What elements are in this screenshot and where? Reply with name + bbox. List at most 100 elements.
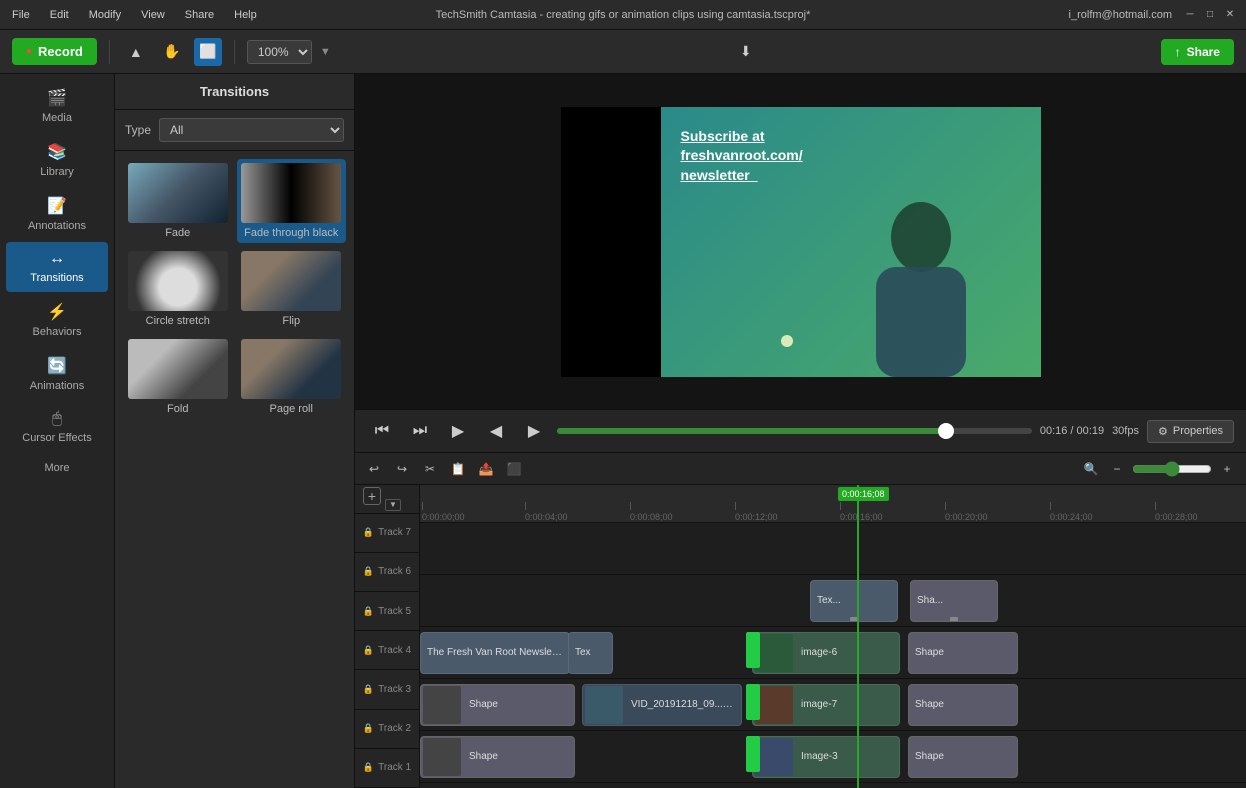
menu-modify[interactable]: Modify — [85, 7, 125, 23]
sidebar-item-annotations[interactable]: 📝 Annotations — [6, 188, 108, 240]
track-7-lock[interactable]: 🔒 — [363, 527, 374, 538]
track-6-lock[interactable]: 🔒 — [363, 566, 374, 577]
transition-circle-stretch[interactable]: Circle stretch — [123, 247, 233, 331]
ruler-mark-8: 0:00:08;00 — [630, 502, 673, 522]
track5-clip-shape[interactable]: Shape — [908, 632, 1018, 674]
sidebar-item-behaviors[interactable]: ⚡ Behaviors — [6, 294, 108, 346]
collapse-tracks-button[interactable]: ▼ — [385, 499, 401, 511]
sidebar-item-cursor-effects[interactable]: 🖱 Cursor Effects — [6, 402, 108, 452]
cut-button[interactable]: ✂ — [419, 458, 441, 480]
maximize-button[interactable]: □ — [1202, 7, 1218, 23]
track3-shape2-label: Shape — [909, 751, 950, 762]
copy-button[interactable]: 📋 — [447, 458, 469, 480]
track6-clip-text[interactable]: Tex... — [810, 580, 898, 622]
track-5-lock[interactable]: 🔒 — [363, 606, 374, 617]
ruler-mark-4: 0:00:04;00 — [525, 502, 568, 522]
transitions-grid: Fade Fade through black Circle stretch F… — [115, 151, 354, 427]
split-button[interactable]: ⬛ — [503, 458, 525, 480]
step-back-button[interactable]: ⏭ — [405, 416, 435, 446]
cursor-effects-icon: 🖱 — [52, 410, 62, 428]
track4-clip-image7[interactable]: image-7 — [752, 684, 900, 726]
redo-button[interactable]: ↪ — [391, 458, 413, 480]
transition-fold[interactable]: Fold — [123, 335, 233, 419]
track5-clip-tex[interactable]: Tex — [568, 632, 613, 674]
transition-fade-through-black[interactable]: Fade through black — [237, 159, 347, 243]
zoom-slider[interactable] — [1132, 461, 1212, 477]
timeline-ruler[interactable]: 0:00:00;00 0:00:04;00 0:00:08;00 0:00:12… — [420, 485, 1246, 523]
track4-shape-label: Shape — [463, 699, 504, 710]
properties-button[interactable]: ⚙ Properties — [1147, 420, 1234, 443]
hand-tool[interactable]: ✋ — [158, 38, 186, 66]
track5-transition-marker — [746, 632, 760, 668]
track5-clip-image6[interactable]: image-6 — [752, 632, 900, 674]
behaviors-icon: ⚡ — [47, 302, 67, 322]
preview-area: Subscribe atfreshvanroot.com/newsletter_… — [355, 74, 1246, 788]
track3-clip-image3[interactable]: Image-3 — [752, 736, 900, 778]
main-area: 🎬 Media 📚 Library 📝 Annotations ↔ Transi… — [0, 74, 1246, 788]
toolbar-separator-2 — [234, 40, 235, 64]
transition-fade[interactable]: Fade — [123, 159, 233, 243]
track-7-row — [420, 523, 1246, 575]
playback-knob[interactable] — [938, 423, 954, 439]
sidebar-item-transitions[interactable]: ↔ Transitions — [6, 242, 108, 292]
track4-clip-shape2[interactable]: Shape — [908, 684, 1018, 726]
track-1-lock[interactable]: 🔒 — [363, 762, 374, 773]
download-icon[interactable]: ⬇ — [740, 43, 752, 60]
type-select[interactable]: All Fade 3D Motion — [159, 118, 344, 142]
zoom-minus-icon: − — [1106, 458, 1128, 480]
track4-video-label: VID_20191218_09...0020 — [625, 699, 741, 710]
preview-canvas: Subscribe atfreshvanroot.com/newsletter_ — [355, 74, 1246, 409]
menu-bar: File Edit Modify View Share Help — [8, 7, 261, 23]
timeline: ↩ ↪ ✂ 📋 📤 ⬛ 🔍 − + + ▼ — [355, 453, 1246, 788]
sidebar-item-media[interactable]: 🎬 Media — [6, 80, 108, 132]
track-label-1: 🔒Track 1 — [355, 749, 419, 788]
track3-clip-shape2[interactable]: Shape — [908, 736, 1018, 778]
playback-progress-bar[interactable] — [557, 428, 1032, 434]
prev-frame-button[interactable]: ◀ — [481, 416, 511, 446]
track3-shape-label: Shape — [463, 751, 504, 762]
menu-file[interactable]: File — [8, 7, 34, 23]
transition-page-roll[interactable]: Page roll — [237, 335, 347, 419]
sidebar-item-animations-label: Animations — [30, 380, 84, 392]
track-3-lock[interactable]: 🔒 — [363, 684, 374, 695]
sidebar-item-animations[interactable]: 🔄 Animations — [6, 348, 108, 400]
track-4-lock[interactable]: 🔒 — [363, 645, 374, 656]
share-button[interactable]: ↑ Share — [1161, 39, 1234, 65]
record-button[interactable]: Record — [12, 38, 97, 65]
menu-help[interactable]: Help — [230, 7, 261, 23]
video-subscribe-text: Subscribe atfreshvanroot.com/newsletter_ — [661, 107, 1041, 206]
menu-edit[interactable]: Edit — [46, 7, 73, 23]
clip-expand-handle[interactable] — [950, 617, 958, 621]
add-track-button[interactable]: + — [363, 487, 381, 505]
track5-clip-text-newsletter[interactable]: The Fresh Van Root Newsletter — [420, 632, 570, 674]
zoom-controls: 🔍 − + — [1080, 458, 1238, 480]
track6-clip-shape[interactable]: Sha... — [910, 580, 998, 622]
crop-tool[interactable]: ⬜ — [194, 38, 222, 66]
track-label-5: 🔒Track 5 — [355, 592, 419, 631]
menu-view[interactable]: View — [137, 7, 169, 23]
undo-button[interactable]: ↩ — [363, 458, 385, 480]
pointer-tool[interactable]: ▲ — [122, 38, 150, 66]
track4-clip-shape[interactable]: Shape — [420, 684, 575, 726]
clip-expand-handle[interactable] — [850, 617, 858, 621]
menu-share[interactable]: Share — [181, 7, 218, 23]
playback-progress-filled — [557, 428, 946, 434]
close-button[interactable]: ✕ — [1222, 7, 1238, 23]
paste-button[interactable]: 📤 — [475, 458, 497, 480]
subscribe-link: Subscribe atfreshvanroot.com/newsletter — [681, 128, 803, 183]
library-icon: 📚 — [47, 142, 67, 162]
track-label-header: + ▼ — [355, 485, 419, 514]
track4-clip-video[interactable]: VID_20191218_09...0020 — [582, 684, 742, 726]
track-2-lock[interactable]: 🔒 — [363, 723, 374, 734]
go-to-start-button[interactable]: ⏮ — [367, 416, 397, 446]
track3-clip-shape[interactable]: Shape — [420, 736, 575, 778]
zoom-select[interactable]: 100% 75% 50% 200% — [247, 40, 312, 64]
zoom-out-button[interactable]: 🔍 — [1080, 458, 1102, 480]
sidebar-item-more[interactable]: More — [6, 454, 108, 482]
minimize-button[interactable]: ─ — [1182, 7, 1198, 23]
next-frame-button[interactable]: ▶ — [519, 416, 549, 446]
play-button[interactable]: ▶ — [443, 416, 473, 446]
transition-flip[interactable]: Flip — [237, 247, 347, 331]
ruler-mark-16: 0:00:16;00 — [840, 502, 883, 522]
sidebar-item-library[interactable]: 📚 Library — [6, 134, 108, 186]
